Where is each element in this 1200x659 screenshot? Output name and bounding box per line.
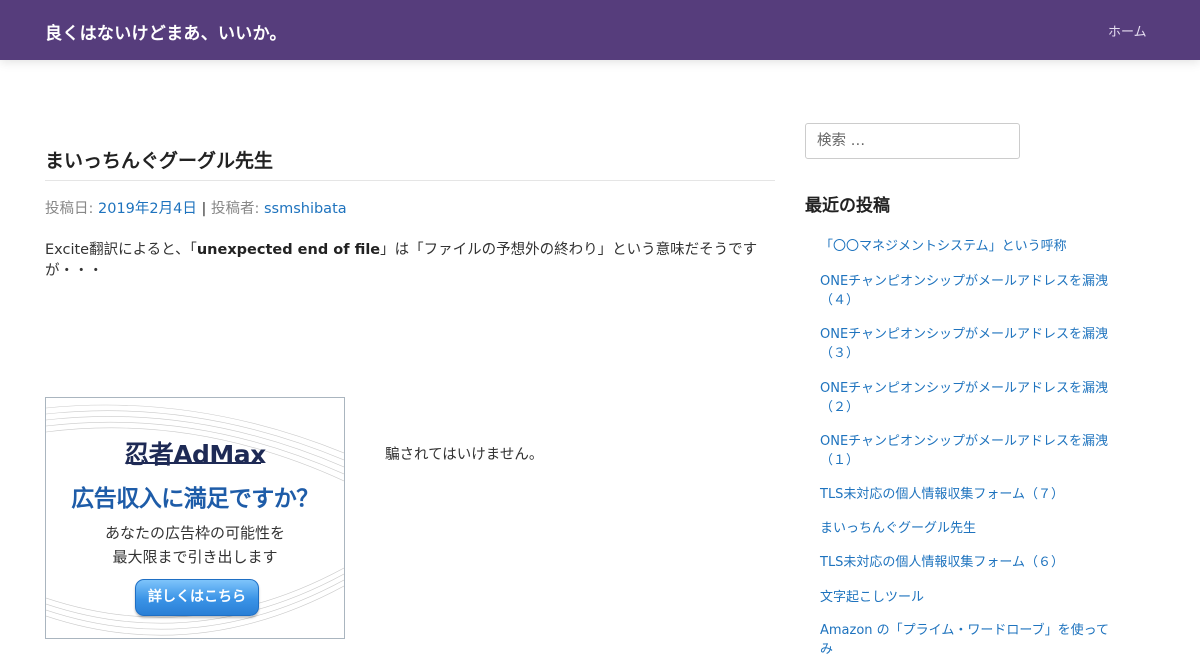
recent-post-link[interactable]: ONEチャンピオンシップがメールアドレスを漏洩（１） — [820, 434, 1108, 468]
recent-post-item[interactable]: ONEチャンピオンシップがメールアドレスを漏洩（１） — [820, 432, 1120, 470]
recent-post-link[interactable]: まいっちんぐグーグル先生 — [820, 521, 976, 536]
recent-post-item[interactable]: 「〇〇マネジメントシステム」という呼称 — [820, 237, 1120, 256]
recent-post-item[interactable]: 文字起こしツール — [820, 588, 1120, 607]
ad-banner[interactable]: 忍者AdMax 広告収入に満足ですか？ あなたの広告枠の可能性を 最大限まで引き… — [45, 397, 345, 639]
body-strong-text: unexpected end of file — [196, 242, 381, 258]
meta-separator: | — [201, 201, 207, 217]
nav-home-link[interactable]: ホーム — [1108, 21, 1147, 40]
author-label: 投稿者: — [210, 201, 260, 217]
recent-post-link[interactable]: TLS未対応の個人情報収集フォーム（７） — [820, 487, 1064, 502]
site-title[interactable]: 良くはないけどまあ、いいか。 — [45, 19, 287, 44]
side-note-text: 騙されてはいけません。 — [385, 447, 544, 463]
recent-post-link[interactable]: ONEチャンピオンシップがメールアドレスを漏洩（３） — [820, 327, 1108, 361]
body-text-before: Excite翻訳によると、「 — [45, 242, 197, 258]
recent-post-link[interactable]: ONEチャンピオンシップがメールアドレスを漏洩（４） — [820, 274, 1108, 308]
recent-post-item[interactable]: TLS未対応の個人情報収集フォーム（６） — [820, 553, 1120, 572]
ad-details-button[interactable]: 詳しくはこちら — [135, 579, 259, 616]
post-date-link[interactable]: 2019年2月4日 — [98, 201, 197, 217]
recent-post-item[interactable]: まいっちんぐグーグル先生 — [820, 519, 1120, 538]
post-meta: 投稿日: 2019年2月4日 | 投稿者: ssmshibata — [45, 197, 347, 218]
site-header: 良くはないけどまあ、いいか。 ホーム — [0, 0, 1200, 60]
post-title: まいっちんぐグーグル先生 — [45, 150, 274, 172]
recent-post-link[interactable]: 文字起こしツール — [820, 590, 924, 605]
ad-headline: 広告収入に満足ですか？ — [71, 486, 319, 512]
title-divider — [45, 180, 775, 181]
ad-subtext-line1: あなたの広告枠の可能性を — [104, 524, 285, 542]
recent-post-item[interactable]: ONEチャンピオンシップがメールアドレスを漏洩（２） — [820, 379, 1120, 417]
recent-post-link[interactable]: Amazon の「プライム・ワードローブ」を使ってみ — [820, 623, 1109, 657]
recent-post-link[interactable]: ONEチャンピオンシップがメールアドレスを漏洩（２） — [820, 381, 1108, 415]
recent-post-item[interactable]: Amazon の「プライム・ワードローブ」を使ってみ — [820, 621, 1120, 659]
ad-logo-underline — [126, 462, 261, 464]
post-body: Excite翻訳によると、「unexpected end of file」は「フ… — [45, 240, 770, 282]
recent-post-item[interactable]: ONEチャンピオンシップがメールアドレスを漏洩（４） — [820, 272, 1120, 310]
recent-post-item[interactable]: TLS未対応の個人情報収集フォーム（７） — [820, 485, 1120, 504]
ad-logo: 忍者AdMax — [124, 440, 266, 469]
search-input[interactable] — [805, 123, 1020, 159]
post-author-link[interactable]: ssmshibata — [264, 201, 347, 217]
ad-subtext-line2: 最大限まで引き出します — [112, 548, 278, 566]
recent-post-item[interactable]: ONEチャンピオンシップがメールアドレスを漏洩（３） — [820, 325, 1120, 363]
recent-post-link[interactable]: TLS未対応の個人情報収集フォーム（６） — [820, 555, 1064, 570]
recent-post-link[interactable]: 「〇〇マネジメントシステム」という呼称 — [820, 239, 1067, 254]
date-label: 投稿日: — [45, 201, 94, 217]
recent-posts-title: 最近の投稿 — [805, 196, 890, 216]
